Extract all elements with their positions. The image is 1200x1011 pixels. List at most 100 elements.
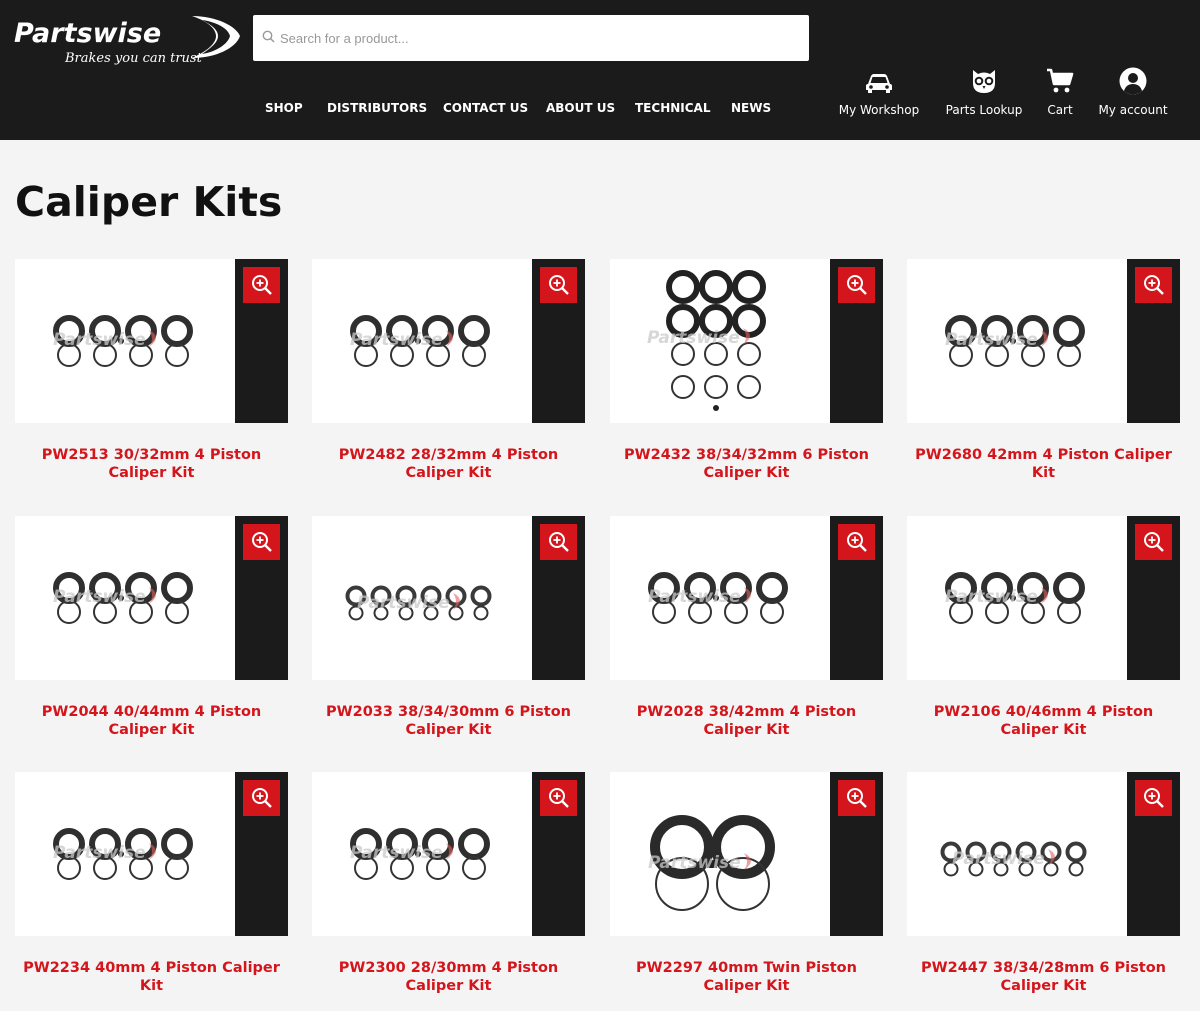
logo-tagline: Brakes you can trust — [65, 51, 202, 66]
caliper-kit-4-piston-image: Partswise — [53, 315, 193, 367]
zoom-in-icon — [252, 532, 272, 552]
nav-contact-us[interactable]: CONTACT US — [443, 101, 528, 115]
product-image-sidebar — [532, 516, 585, 680]
svg-text:Partswise: Partswise — [945, 587, 1038, 607]
product-image-frame[interactable]: Partswise — [907, 772, 1180, 936]
zoom-button[interactable] — [838, 267, 875, 303]
zoom-in-icon — [1144, 532, 1164, 552]
parts-lookup-link[interactable]: Parts Lookup — [942, 66, 1026, 117]
product-image-sidebar — [235, 772, 288, 936]
caliper-kit-4-piston-image: Partswise — [945, 315, 1085, 367]
search-box[interactable] — [253, 15, 809, 61]
nav-distributors[interactable]: DISTRIBUTORS — [327, 101, 427, 115]
cart-icon — [1047, 68, 1074, 93]
product-title[interactable]: PW2033 38/34/30mm 6 Piston Caliper Kit — [312, 703, 585, 739]
zoom-button[interactable] — [838, 780, 875, 816]
my-account-label: My account — [1098, 103, 1168, 117]
svg-text:Partswise: Partswise — [952, 849, 1045, 869]
product-title[interactable]: PW2106 40/46mm 4 Piston Caliper Kit — [907, 703, 1180, 739]
zoom-in-icon — [549, 532, 569, 552]
product-title[interactable]: PW2513 30/32mm 4 Piston Caliper Kit — [15, 446, 288, 482]
zoom-in-icon — [252, 788, 272, 808]
product-title[interactable]: PW2300 28/30mm 4 Piston Caliper Kit — [312, 959, 585, 995]
product-title[interactable]: PW2482 28/32mm 4 Piston Caliper Kit — [312, 446, 585, 482]
caliper-kit-4-piston-image: Partswise — [648, 572, 788, 624]
user-icon — [1119, 67, 1147, 95]
nav-technical[interactable]: TECHNICAL — [635, 101, 710, 115]
owl-icon — [973, 70, 995, 93]
svg-text:Partswise: Partswise — [53, 330, 146, 350]
svg-text:Partswise: Partswise — [350, 330, 443, 350]
product-title[interactable]: PW2447 38/34/28mm 6 Piston Caliper Kit — [907, 959, 1180, 995]
zoom-button[interactable] — [540, 524, 577, 560]
caliper-kit-4-piston-image: Partswise — [350, 315, 490, 367]
zoom-button[interactable] — [243, 524, 280, 560]
product-image-sidebar — [1127, 772, 1180, 936]
page-title: Caliper Kits — [15, 178, 283, 226]
svg-text:Partswise: Partswise — [648, 853, 741, 873]
product-image-sidebar — [532, 772, 585, 936]
product-image-sidebar — [830, 516, 883, 680]
caliper-kit-6-piston-image: Partswise — [647, 270, 766, 411]
product-image-frame[interactable]: Partswise — [907, 516, 1180, 680]
nav-shop[interactable]: SHOP — [265, 101, 303, 115]
nav-about-us[interactable]: ABOUT US — [546, 101, 615, 115]
nav-news[interactable]: NEWS — [731, 101, 771, 115]
product-image-frame[interactable]: Partswise — [312, 516, 585, 680]
product-image-frame[interactable]: Partswise — [907, 259, 1180, 423]
parts-lookup-label: Parts Lookup — [945, 103, 1023, 117]
caliper-kit-4-piston-image: Partswise — [350, 828, 490, 880]
logo-swoosh-icon — [192, 16, 240, 58]
search-icon — [262, 30, 275, 43]
product-title[interactable]: PW2432 38/34/32mm 6 Piston Caliper Kit — [610, 446, 883, 482]
caliper-kit-2-piston-image: Partswise — [648, 815, 775, 911]
my-account-link[interactable]: My account — [1095, 66, 1171, 117]
zoom-button[interactable] — [540, 780, 577, 816]
svg-text:Partswise: Partswise — [647, 328, 740, 348]
product-image-frame[interactable]: Partswise — [610, 516, 883, 680]
zoom-button[interactable] — [540, 267, 577, 303]
svg-text:Partswise: Partswise — [945, 330, 1038, 350]
zoom-button[interactable] — [1135, 267, 1172, 303]
zoom-in-icon — [847, 788, 867, 808]
zoom-button[interactable] — [1135, 524, 1172, 560]
cart-label: Cart — [1047, 103, 1073, 117]
product-image-frame[interactable]: Partswise — [15, 259, 288, 423]
product-title[interactable]: PW2234 40mm 4 Piston Caliper Kit — [15, 959, 288, 995]
site-logo[interactable]: Partswise Brakes you can trust — [14, 14, 240, 70]
zoom-button[interactable] — [1135, 780, 1172, 816]
site-header: Partswise Brakes you can trust SHOP DIST… — [0, 0, 1200, 140]
zoom-button[interactable] — [243, 267, 280, 303]
my-workshop-link[interactable]: My Workshop — [836, 66, 922, 117]
product-image-sidebar — [235, 516, 288, 680]
product-image-sidebar — [1127, 516, 1180, 680]
zoom-in-icon — [549, 788, 569, 808]
product-title[interactable]: PW2044 40/44mm 4 Piston Caliper Kit — [15, 703, 288, 739]
logo-wordmark: Partswise — [14, 18, 162, 49]
product-image-sidebar — [830, 772, 883, 936]
zoom-button[interactable] — [243, 780, 280, 816]
zoom-button[interactable] — [838, 524, 875, 560]
product-title[interactable]: PW2297 40mm Twin Piston Caliper Kit — [610, 959, 883, 995]
svg-text:Partswise: Partswise — [350, 843, 443, 863]
svg-text:Partswise: Partswise — [53, 587, 146, 607]
product-image-sidebar — [1127, 259, 1180, 423]
caliper-kit-4-piston-image: Partswise — [53, 828, 193, 880]
caliper-kit-6-piston-image: Partswise — [940, 841, 1087, 877]
my-workshop-label: My Workshop — [838, 103, 920, 117]
product-image-frame[interactable]: Partswise — [312, 772, 585, 936]
zoom-in-icon — [549, 275, 569, 295]
product-image-frame[interactable]: Partswise — [610, 259, 883, 423]
product-title[interactable]: PW2028 38/42mm 4 Piston Caliper Kit — [610, 703, 883, 739]
product-title[interactable]: PW2680 42mm 4 Piston Caliper Kit — [907, 446, 1180, 482]
product-image-frame[interactable]: Partswise — [312, 259, 585, 423]
cart-link[interactable]: Cart — [1042, 66, 1078, 117]
svg-text:Partswise: Partswise — [53, 843, 146, 863]
product-image-frame[interactable]: Partswise — [15, 772, 288, 936]
product-image-sidebar — [532, 259, 585, 423]
product-image-sidebar — [235, 259, 288, 423]
product-image-frame[interactable]: Partswise — [610, 772, 883, 936]
product-image-frame[interactable]: Partswise — [15, 516, 288, 680]
caliper-kit-6-piston-image: Partswise — [345, 585, 492, 621]
search-input[interactable] — [280, 15, 800, 61]
